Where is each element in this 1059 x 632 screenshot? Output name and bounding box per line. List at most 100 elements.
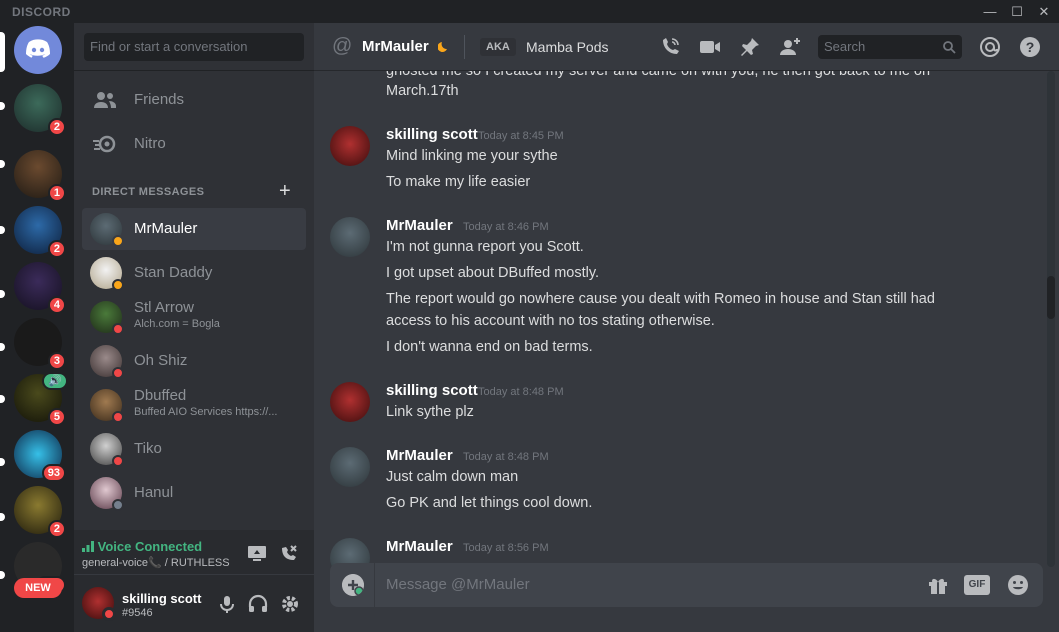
server-icon-5[interactable]: 3 <box>14 318 66 370</box>
unread-indicator <box>0 458 5 466</box>
maximize-button[interactable]: ☐ <box>1003 0 1031 23</box>
signal-icon <box>82 541 94 552</box>
video-call-icon[interactable] <box>698 35 722 59</box>
emoji-icon[interactable] <box>1006 573 1030 597</box>
pin-icon[interactable] <box>738 35 762 59</box>
title-bar: DISCORD — ☐ ✕ <box>0 0 1059 23</box>
voice-channel-info[interactable]: general-voice📞 / RUTHLESS <box>82 556 230 569</box>
dm-sidebar: Find or start a conversation Friends Nit… <box>74 23 314 632</box>
create-dm-button[interactable]: + <box>279 180 291 203</box>
dm-item-dbuffed[interactable]: Dbuffed Buffed AIO Services https://... <box>82 384 306 426</box>
friends-nav-item[interactable]: Friends <box>82 79 306 121</box>
message-author[interactable]: MrMauler <box>386 447 453 464</box>
message-text: Go PK and let things cool down. <box>386 495 593 511</box>
dm-item-oh-shiz[interactable]: Oh Shiz <box>82 340 306 382</box>
message-author[interactable]: MrMauler <box>386 217 453 234</box>
svg-text:?: ? <box>1026 39 1035 55</box>
mentions-icon[interactable] <box>978 35 1002 59</box>
nitro-icon <box>93 135 116 153</box>
aka-tag: AKA <box>480 38 516 56</box>
server-icon-4[interactable]: 4 <box>14 262 66 314</box>
recipient-name: MrMauler <box>362 38 429 55</box>
chat-search-input[interactable]: Search <box>818 35 962 59</box>
server-icon-7[interactable]: 93 <box>14 430 66 482</box>
composer-divider <box>374 563 375 607</box>
server-icon-2[interactable]: 1 <box>14 150 66 202</box>
username: skilling scott <box>122 591 202 606</box>
mention-badge: 1 <box>47 184 66 202</box>
mention-badge: 4 <box>47 296 66 314</box>
message-composer: Message @MrMauler GIF <box>330 563 1043 607</box>
help-icon[interactable]: ? <box>1018 35 1042 59</box>
dm-name: Stl Arrow <box>134 299 195 316</box>
gift-icon[interactable] <box>926 573 950 597</box>
dm-search-bar: Find or start a conversation <box>74 23 314 71</box>
home-button[interactable] <box>14 26 62 74</box>
upload-plus-icon[interactable] <box>342 574 364 596</box>
unread-indicator <box>0 571 5 579</box>
dm-name: Tiko <box>134 440 162 457</box>
unread-indicator <box>0 160 5 168</box>
search-placeholder: Search <box>824 39 866 54</box>
message-timestamp: Today at 8:45 PM <box>478 130 564 142</box>
chat-header: @ MrMauler AKA Mamba Pods Search ? <box>314 23 1059 71</box>
server-icon-1[interactable]: 2 <box>14 84 66 136</box>
nitro-nav-item[interactable]: Nitro <box>82 123 306 165</box>
chat-area: @ MrMauler AKA Mamba Pods Search ? ghost… <box>314 23 1059 632</box>
search-icon <box>943 41 956 54</box>
find-conversation-input[interactable]: Find or start a conversation <box>84 33 304 61</box>
message-text: Link sythe plz <box>386 404 474 420</box>
message-timestamp: Today at 8:46 PM <box>463 221 549 233</box>
message-text: I got upset about DBuffed mostly. <box>386 265 600 281</box>
server-icon-3[interactable]: 2 <box>14 206 66 258</box>
gif-button[interactable]: GIF <box>964 575 990 595</box>
dm-item-stl-arrow[interactable]: Stl Arrow Alch.com = Bogla <box>82 296 306 338</box>
avatar[interactable] <box>330 447 370 487</box>
message-input[interactable]: Message @MrMauler <box>386 576 530 593</box>
message-author[interactable]: skilling scott <box>386 382 478 399</box>
dm-item-tiko[interactable]: Tiko <box>82 428 306 470</box>
dm-name: MrMauler <box>134 220 198 237</box>
unread-indicator <box>0 343 5 351</box>
voice-call-icon[interactable] <box>658 35 682 59</box>
server-icon-8[interactable]: 2 <box>14 486 66 538</box>
scrollbar-thumb[interactable] <box>1047 276 1055 319</box>
minimize-button[interactable]: — <box>976 0 1004 23</box>
screen-share-icon[interactable] <box>246 542 268 564</box>
mention-badge: 2 <box>47 118 66 136</box>
message-text: Just calm down man <box>386 469 519 485</box>
dm-item-hanul[interactable]: Hanul <box>82 472 306 514</box>
dm-item-mrmauler[interactable]: MrMauler <box>82 208 306 250</box>
mention-badge: 5 <box>47 408 66 426</box>
avatar[interactable] <box>330 382 370 422</box>
new-unreads-badge[interactable]: NEW <box>14 578 62 598</box>
at-icon: @ <box>332 35 353 57</box>
selected-indicator <box>0 32 5 72</box>
server-icon-6[interactable]: 🔊 5 <box>14 372 68 426</box>
mention-badge: 2 <box>47 240 66 258</box>
message-timestamp: Today at 8:48 PM <box>478 386 564 398</box>
voice-connection-panel: Voice Connected general-voice📞 / RUTHLES… <box>74 530 314 575</box>
headphones-icon[interactable] <box>247 593 269 615</box>
close-button[interactable]: ✕ <box>1030 0 1058 23</box>
message-author[interactable]: MrMauler <box>386 538 453 555</box>
message-author[interactable]: skilling scott <box>386 126 478 143</box>
message-text: access to his account with no tos statin… <box>386 313 715 329</box>
message-text: The report would go nowhere cause you de… <box>386 291 935 307</box>
microphone-icon[interactable] <box>216 593 238 615</box>
avatar[interactable] <box>330 217 370 257</box>
idle-status-icon <box>112 235 124 247</box>
mention-badge: 2 <box>47 520 66 538</box>
avatar[interactable] <box>330 126 370 166</box>
nitro-label: Nitro <box>134 135 166 152</box>
settings-gear-icon[interactable] <box>279 593 301 615</box>
scrollbar-track[interactable] <box>1047 71 1055 567</box>
aka-name: Mamba Pods <box>526 39 609 55</box>
dm-item-stan-daddy[interactable]: Stan Daddy <box>82 252 306 294</box>
message-text: To make my life easier <box>386 174 531 190</box>
discord-logo-icon <box>14 26 62 74</box>
disconnect-icon[interactable] <box>278 542 300 564</box>
message-text: I don't wanna end on bad terms. <box>386 339 593 355</box>
voice-active-icon: 🔊 <box>42 372 68 390</box>
add-friend-icon[interactable] <box>778 35 802 59</box>
